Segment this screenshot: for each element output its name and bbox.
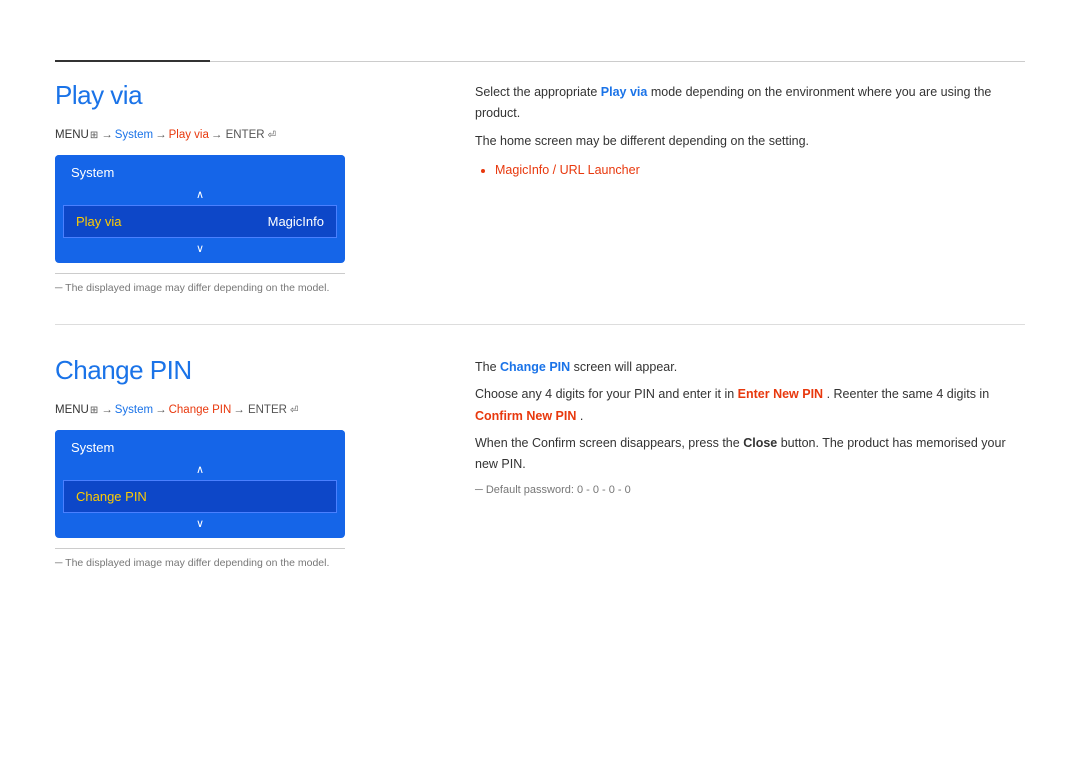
menu2-icon: ⊞ xyxy=(90,405,98,416)
desc2-line3-prefix: When the Confirm screen disappears, pres… xyxy=(475,436,743,450)
section1-left: Play via MENU ⊞ → System → Play via → EN… xyxy=(55,80,435,294)
screen1-item-label: Play via xyxy=(76,214,122,229)
divider-light xyxy=(210,61,1025,62)
screen1-header: System xyxy=(55,155,345,186)
section-divider xyxy=(55,324,1025,325)
screen2-down-arrow: ∨ xyxy=(55,513,345,538)
desc2-line2-end: . xyxy=(580,409,583,423)
screen1-up-arrow: ∧ xyxy=(55,186,345,205)
desc2-highlight: Change PIN xyxy=(500,360,570,374)
desc1-prefix: Select the appropriate xyxy=(475,85,601,99)
section2-desc-line3: When the Confirm screen disappears, pres… xyxy=(475,433,1025,476)
section2-menu-path: MENU ⊞ → System → Change PIN → ENTER ⏎ xyxy=(55,404,435,416)
section2-desc-line1: The Change PIN screen will appear. xyxy=(475,357,1025,378)
screen2-menu-item: Change PIN xyxy=(63,480,337,513)
top-divider xyxy=(55,60,1025,62)
menu-prefix: MENU xyxy=(55,129,89,141)
section2-left: Change PIN MENU ⊞ → System → Change PIN … xyxy=(55,355,435,569)
section2-description: The Change PIN screen will appear. Choos… xyxy=(475,357,1025,500)
menu-icon: ⊞ xyxy=(90,130,98,141)
section1-caption: The displayed image may differ depending… xyxy=(55,273,345,294)
screen2-up-arrow: ∧ xyxy=(55,461,345,480)
section1-description: Select the appropriate Play via mode dep… xyxy=(475,82,1025,181)
enter-new-pin-label: Enter New PIN xyxy=(738,387,823,401)
arrow3: → ENTER xyxy=(211,129,265,141)
arrow1: → xyxy=(101,129,113,141)
arrow2: → xyxy=(155,129,167,141)
play-via-label: Play via xyxy=(169,129,209,141)
enter-icon: ⏎ xyxy=(268,130,276,141)
section-change-pin: Change PIN MENU ⊞ → System → Change PIN … xyxy=(55,355,1025,569)
arrow2-2: → xyxy=(155,404,167,416)
page-container: Play via MENU ⊞ → System → Play via → EN… xyxy=(0,0,1080,639)
menu2-prefix: MENU xyxy=(55,404,89,416)
section2-title: Change PIN xyxy=(55,355,435,386)
enter2-icon: ⏎ xyxy=(290,405,298,416)
close-label: Close xyxy=(743,436,777,450)
section1-title: Play via xyxy=(55,80,435,111)
section1-menu-path: MENU ⊞ → System → Play via → ENTER ⏎ xyxy=(55,129,435,141)
system-label: System xyxy=(115,129,153,141)
change-pin-label: Change PIN xyxy=(169,404,232,416)
default-password: Default password: 0 - 0 - 0 - 0 xyxy=(475,481,1025,500)
arrow2-1: → xyxy=(101,404,113,416)
screen1-menu-item: Play via MagicInfo xyxy=(63,205,337,238)
screen1-item-value: MagicInfo xyxy=(268,214,324,229)
desc2-prefix: The xyxy=(475,360,500,374)
screen2-header: System xyxy=(55,430,345,461)
section1-desc-line1: Select the appropriate Play via mode dep… xyxy=(475,82,1025,125)
desc2-line2-prefix: Choose any 4 digits for your PIN and ent… xyxy=(475,387,738,401)
section1-desc-list: MagicInfo / URL Launcher xyxy=(475,160,1025,181)
section2-desc-line2: Choose any 4 digits for your PIN and ent… xyxy=(475,384,1025,427)
desc2-suffix: screen will appear. xyxy=(574,360,678,374)
section1-right: Select the appropriate Play via mode dep… xyxy=(475,80,1025,294)
desc2-line2-mid: . Reenter the same 4 digits in xyxy=(827,387,990,401)
section2-ui-screen: System ∧ Change PIN ∨ xyxy=(55,430,345,538)
section1-ui-screen: System ∧ Play via MagicInfo ∨ xyxy=(55,155,345,263)
section2-right: The Change PIN screen will appear. Choos… xyxy=(475,355,1025,569)
arrow2-3: → ENTER xyxy=(233,404,287,416)
section2-caption: The displayed image may differ depending… xyxy=(55,548,345,569)
divider-dark xyxy=(55,60,210,62)
screen1-down-arrow: ∨ xyxy=(55,238,345,263)
confirm-new-pin-label: Confirm New PIN xyxy=(475,409,576,423)
section1-desc-line2: The home screen may be different dependi… xyxy=(475,131,1025,152)
desc1-highlight: Play via xyxy=(601,85,648,99)
screen2-item-label: Change PIN xyxy=(76,489,147,504)
section-play-via: Play via MENU ⊞ → System → Play via → EN… xyxy=(55,80,1025,294)
system2-label: System xyxy=(115,404,153,416)
section1-list-item: MagicInfo / URL Launcher xyxy=(495,160,1025,181)
